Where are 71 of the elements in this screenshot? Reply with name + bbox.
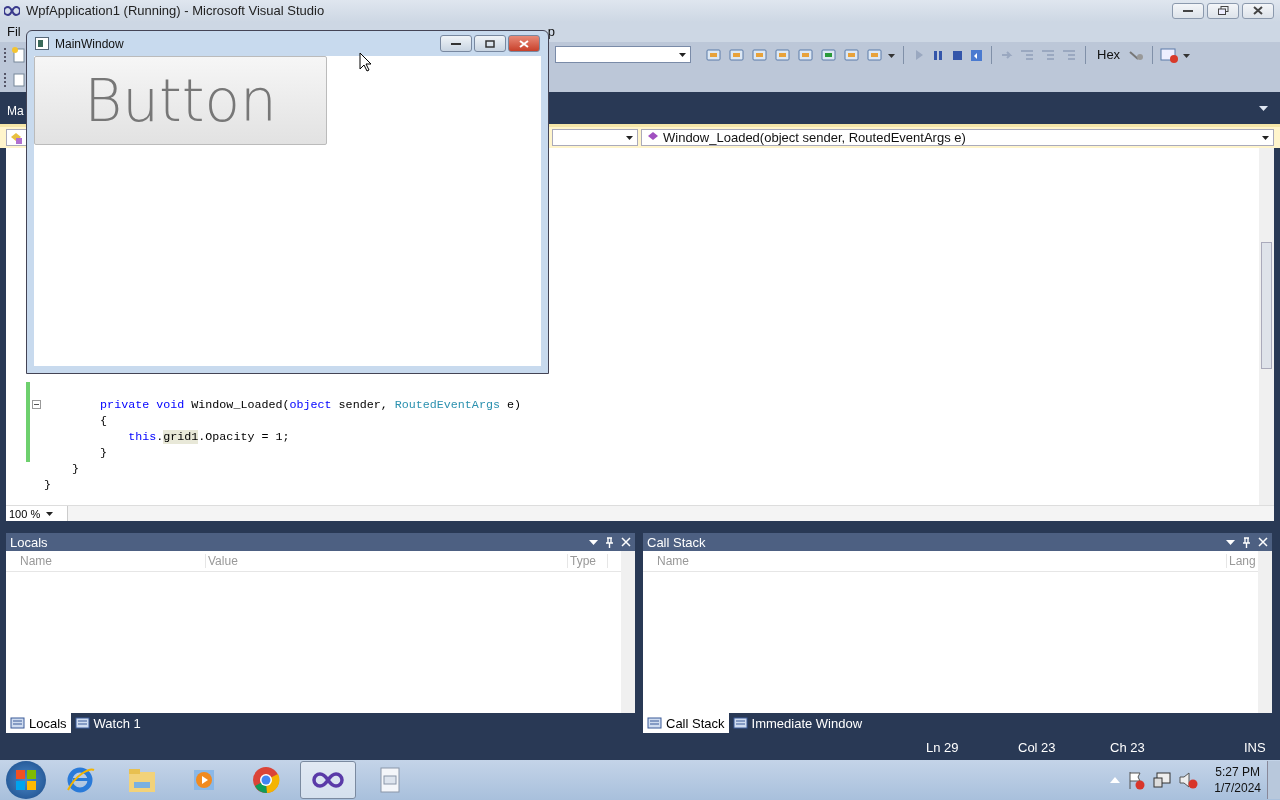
window-title: WpfApplication1 (Running) - Microsoft Visual Studio — [26, 3, 325, 19]
horizontal-scrollbar[interactable] — [68, 506, 1274, 522]
infinity-icon — [4, 5, 20, 16]
restore-button[interactable] — [1207, 2, 1239, 19]
close-icon[interactable] — [1258, 537, 1268, 548]
vertical-scrollbar[interactable] — [1259, 148, 1274, 506]
caret-icon[interactable] — [1226, 539, 1235, 545]
window-icon — [74, 716, 91, 731]
window-icon[interactable] — [1160, 46, 1181, 63]
insert-mode: INS — [1244, 740, 1266, 756]
window-icon — [647, 716, 663, 731]
panel-title: Locals — [10, 534, 48, 550]
panel-tab[interactable]: Watch 1 — [70, 713, 145, 734]
show-desktop-button[interactable] — [1267, 761, 1280, 800]
vertical-scrollbar[interactable] — [621, 551, 635, 714]
flag-icon[interactable] — [1126, 770, 1147, 791]
line-number: Ln 29 — [926, 740, 959, 756]
speaker-icon[interactable] — [1178, 770, 1199, 791]
menu-item[interactable]: Fil — [7, 24, 21, 40]
caret-icon — [626, 135, 633, 140]
character-number: Ch 23 — [1110, 740, 1145, 756]
maximize-icon — [485, 39, 495, 48]
caret-icon — [46, 511, 54, 516]
caret-icon[interactable] — [589, 539, 598, 545]
big-button[interactable]: Button — [34, 56, 327, 145]
close-icon — [1253, 6, 1263, 16]
pin-icon[interactable] — [605, 536, 614, 548]
panel-tab[interactable]: Locals — [6, 713, 71, 734]
code-line: private void Window_Loaded(object sender, RoutedEventArgs e) — [99, 398, 521, 413]
close-button[interactable] — [1242, 2, 1274, 19]
hex-button[interactable]: Hex — [1093, 47, 1125, 63]
panel-tab[interactable]: Call Stack — [643, 713, 729, 734]
menu-item[interactable]: p — [547, 24, 555, 40]
caret-icon — [679, 52, 686, 57]
minimize-button[interactable] — [1172, 2, 1204, 19]
caret-icon — [1262, 135, 1269, 140]
solution-dropdown[interactable] — [555, 46, 691, 64]
close-icon — [519, 39, 529, 48]
column-number: Col 23 — [1018, 740, 1056, 756]
caret-icon[interactable] — [1259, 105, 1268, 111]
code-line: { — [99, 414, 108, 429]
panel-tab[interactable]: Immediate Window — [728, 713, 867, 734]
member-dropdown[interactable]: Window_Loaded(object sender, RoutedEventArgs e) — [641, 129, 1274, 147]
pin-icon[interactable] — [1242, 536, 1251, 548]
class-icon[interactable] — [9, 130, 23, 145]
start-button[interactable] — [6, 761, 46, 800]
new-file-icon[interactable] — [11, 46, 27, 63]
clock-date[interactable]: 1/7/2024 — [1214, 780, 1261, 797]
window-title: MainWindow — [55, 36, 124, 51]
close-button[interactable] — [508, 35, 540, 52]
minimize-button[interactable] — [440, 35, 472, 52]
network-icon[interactable] — [1152, 770, 1173, 791]
maximize-button[interactable] — [474, 35, 506, 52]
close-icon[interactable] — [621, 537, 631, 548]
code-line: this.grid1.Opacity = 1; — [127, 430, 290, 445]
code-line: } — [99, 446, 108, 461]
clock-time[interactable]: 5:27 PM — [1215, 764, 1260, 781]
taskbar-button[interactable] — [300, 761, 356, 800]
document-tab[interactable]: Ma — [7, 104, 24, 125]
restore-icon — [1217, 6, 1229, 16]
collapse-icon[interactable] — [32, 400, 41, 410]
zoom-dropdown[interactable]: 100 % — [6, 506, 68, 522]
document-icon[interactable] — [11, 71, 27, 88]
code-line: } — [71, 462, 80, 477]
window-icon — [732, 716, 749, 731]
type-dropdown[interactable] — [552, 129, 638, 147]
vertical-scrollbar[interactable] — [1258, 551, 1272, 714]
code-line: } — [44, 478, 51, 493]
window-icon — [10, 716, 26, 731]
window-icon — [35, 37, 49, 50]
panel-title: Call Stack — [647, 534, 706, 550]
